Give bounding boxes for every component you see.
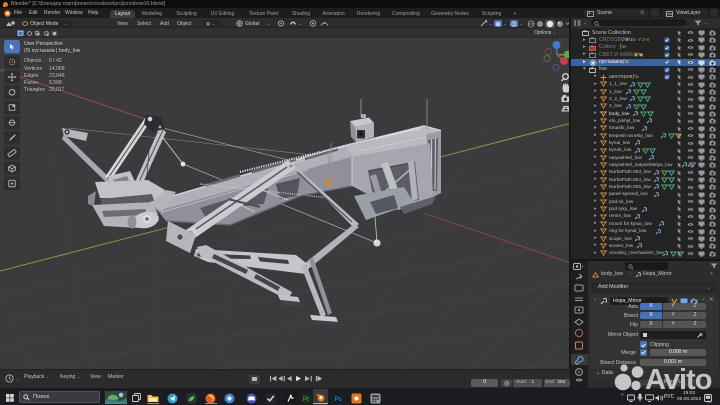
svg-text:Pt: Pt	[303, 397, 309, 403]
svg-text:23: 23	[708, 400, 712, 403]
svg-text:Ps: Ps	[334, 397, 341, 403]
